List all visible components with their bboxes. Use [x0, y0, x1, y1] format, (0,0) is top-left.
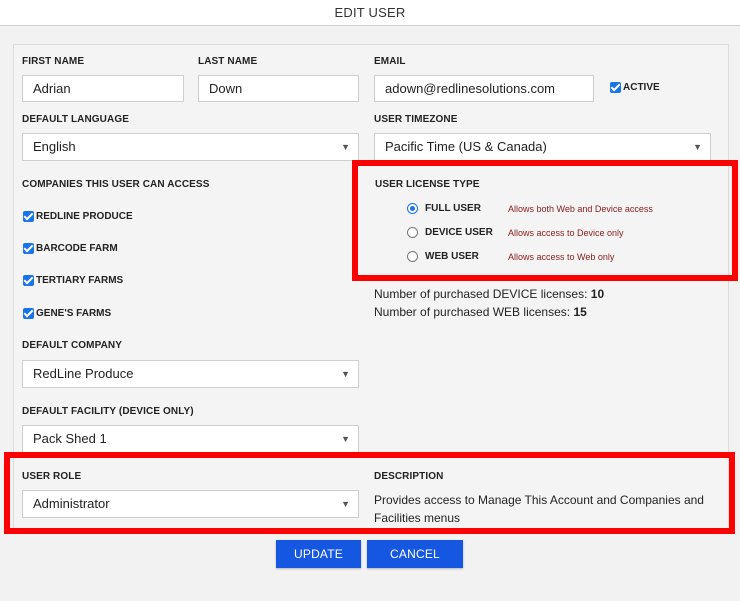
email-field[interactable]: adown@redlinesolutions.com [374, 75, 594, 102]
user-timezone-label: USER TIMEZONE [374, 114, 458, 125]
user-role-select[interactable]: Administrator ▼ [22, 490, 359, 518]
last-name-field[interactable]: Down [198, 75, 359, 102]
company-checkbox[interactable] [23, 211, 34, 222]
active-label: ACTIVE [623, 82, 660, 93]
device-user-radio[interactable] [407, 227, 418, 238]
company-checkbox[interactable] [23, 275, 34, 286]
chevron-down-icon: ▼ [341, 499, 350, 509]
dialog-title: EDIT USER [0, 0, 740, 26]
user-role-value: Administrator [33, 496, 110, 511]
default-company-select[interactable]: RedLine Produce ▼ [22, 360, 359, 388]
web-user-label: WEB USER [425, 251, 479, 262]
active-checkbox[interactable] [610, 82, 621, 93]
web-licenses-label: Number of purchased WEB licenses: [374, 305, 571, 319]
update-button[interactable]: UPDATE [276, 540, 361, 568]
user-timezone-value: Pacific Time (US & Canada) [385, 139, 547, 154]
default-language-label: DEFAULT LANGUAGE [22, 114, 129, 125]
default-facility-select[interactable]: Pack Shed 1 ▼ [22, 425, 359, 453]
first-name-label: FIRST NAME [22, 56, 85, 67]
cancel-button[interactable]: CANCEL [367, 540, 463, 568]
license-type-label: USER LICENSE TYPE [375, 179, 480, 190]
company-label: GENE'S FARMS [36, 308, 112, 319]
chevron-down-icon: ▼ [341, 369, 350, 379]
email-label: EMAIL [374, 56, 406, 67]
device-licenses-info: Number of purchased DEVICE licenses: 10 [374, 287, 604, 301]
company-checkbox[interactable] [23, 308, 34, 319]
chevron-down-icon: ▼ [693, 142, 702, 152]
web-user-description: Allows access to Web only [508, 252, 615, 262]
company-label: BARCODE FARM [36, 243, 118, 254]
description-text: Provides access to Manage This Account a… [374, 493, 704, 525]
default-company-label: DEFAULT COMPANY [22, 340, 123, 351]
device-user-description: Allows access to Device only [508, 228, 624, 238]
default-language-select[interactable]: English ▼ [22, 133, 359, 161]
device-user-label: DEVICE USER [425, 227, 493, 238]
full-user-label: FULL USER [425, 203, 481, 214]
device-licenses-label: Number of purchased DEVICE licenses: [374, 287, 588, 301]
company-label: TERTIARY FARMS [36, 275, 124, 286]
chevron-down-icon: ▼ [341, 434, 350, 444]
companies-label: COMPANIES THIS USER CAN ACCESS [22, 179, 210, 190]
full-user-description: Allows both Web and Device access [508, 204, 653, 214]
user-timezone-select[interactable]: Pacific Time (US & Canada) ▼ [374, 133, 711, 161]
full-user-radio[interactable] [407, 203, 418, 214]
web-licenses-info: Number of purchased WEB licenses: 15 [374, 305, 587, 319]
description-label: DESCRIPTION [374, 471, 444, 482]
chevron-down-icon: ▼ [341, 142, 350, 152]
default-company-value: RedLine Produce [33, 366, 134, 381]
web-user-radio[interactable] [407, 251, 418, 262]
default-facility-label: DEFAULT FACILITY (DEVICE ONLY) [22, 406, 194, 417]
company-label: REDLINE PRODUCE [36, 211, 133, 222]
web-licenses-count: 15 [573, 305, 587, 319]
default-facility-value: Pack Shed 1 [33, 431, 107, 446]
default-language-value: English [33, 139, 76, 154]
device-licenses-count: 10 [590, 287, 605, 301]
company-checkbox[interactable] [23, 243, 34, 254]
user-role-label: USER ROLE [22, 471, 82, 482]
first-name-field[interactable]: Adrian [22, 75, 184, 102]
last-name-label: LAST NAME [198, 56, 258, 67]
